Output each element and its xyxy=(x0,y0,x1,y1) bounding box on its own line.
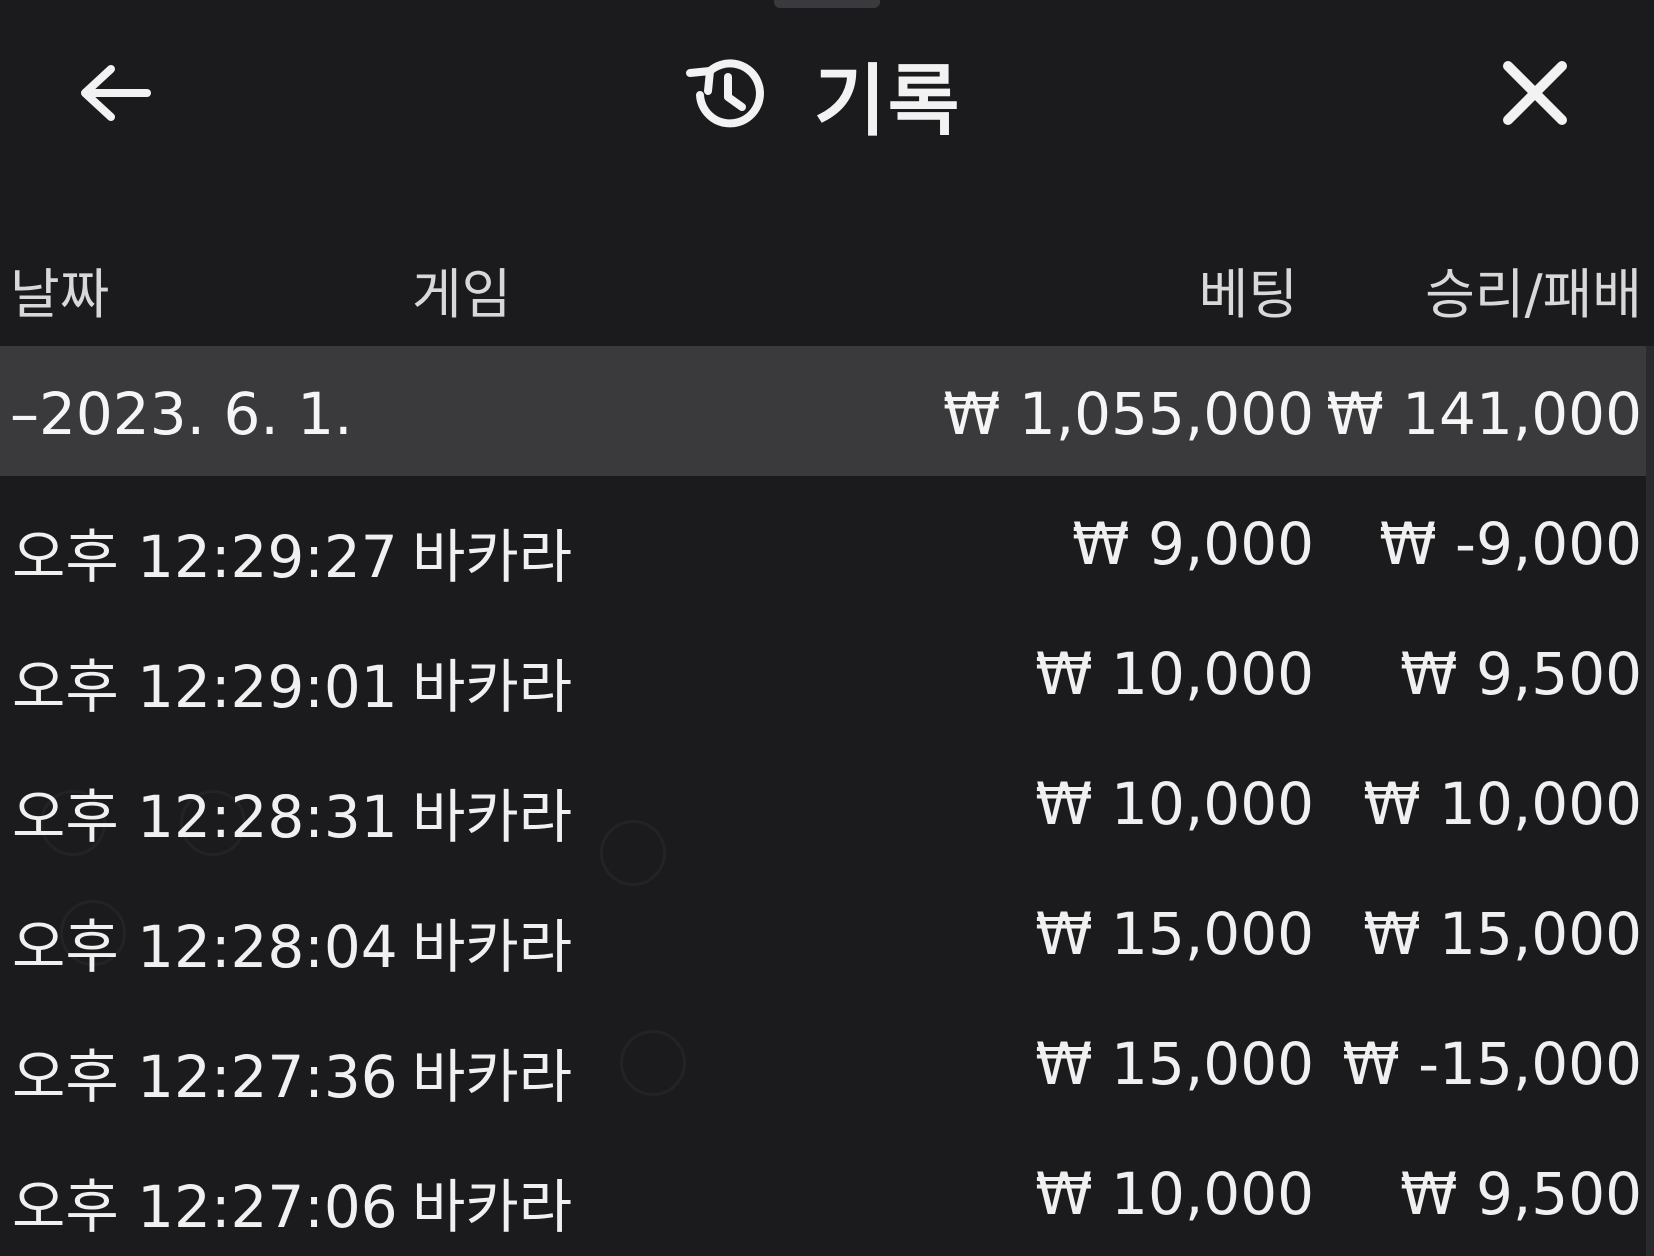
row-time: 오후 12:29:01 xyxy=(12,653,398,721)
history-table: –2023. 6. 1. ₩ 1,055,000 ₩ 141,000 오후 12… xyxy=(0,346,1654,1256)
column-header-game: 게임 xyxy=(412,263,512,326)
day-group-result-total: ₩ 141,000 xyxy=(1326,380,1642,448)
close-button[interactable] xyxy=(1490,50,1580,140)
history-clock-icon xyxy=(680,49,772,141)
day-group-bet-total: ₩ 1,055,000 xyxy=(943,380,1314,448)
day-group-row[interactable]: –2023. 6. 1. ₩ 1,055,000 ₩ 141,000 xyxy=(0,346,1654,476)
row-result: ₩ 15,000 xyxy=(1363,900,1642,968)
row-time: 오후 12:28:31 xyxy=(12,783,398,851)
table-row[interactable]: 오후 12:27:36 바카라 ₩ 15,000 ₩ -15,000 xyxy=(0,996,1654,1126)
row-time: 오후 12:27:36 xyxy=(12,1043,398,1111)
column-header-bet: 베팅 xyxy=(1198,263,1298,326)
row-game: 바카라 xyxy=(412,523,573,591)
table-row[interactable]: 오후 12:29:01 바카라 ₩ 10,000 ₩ 9,500 xyxy=(0,606,1654,736)
row-bet: ₩ 15,000 xyxy=(1035,1030,1314,1098)
row-bet: ₩ 10,000 xyxy=(1035,1160,1314,1228)
row-result: ₩ 10,000 xyxy=(1363,770,1642,838)
row-result: ₩ 9,500 xyxy=(1400,1160,1642,1228)
row-bet: ₩ 9,000 xyxy=(1072,510,1314,578)
row-game: 바카라 xyxy=(412,783,573,851)
page-title: 기록 xyxy=(814,57,962,147)
column-header-result: 승리/패배 xyxy=(1425,263,1642,326)
row-game: 바카라 xyxy=(412,653,573,721)
table-row[interactable]: 오후 12:29:27 바카라 ₩ 9,000 ₩ -9,000 xyxy=(0,476,1654,606)
row-game: 바카라 xyxy=(412,1173,573,1241)
row-bet: ₩ 10,000 xyxy=(1035,770,1314,838)
row-time: 오후 12:28:04 xyxy=(12,913,398,981)
row-game: 바카라 xyxy=(412,913,573,981)
header-bar: 기록 xyxy=(0,0,1654,190)
arrow-left-icon xyxy=(77,63,153,127)
day-group-date: –2023. 6. 1. xyxy=(10,380,353,448)
back-button[interactable] xyxy=(70,55,160,135)
row-time: 오후 12:27:06 xyxy=(12,1173,398,1241)
row-time: 오후 12:29:27 xyxy=(12,523,398,591)
column-header-date: 날짜 xyxy=(10,263,110,326)
row-bet: ₩ 15,000 xyxy=(1035,900,1314,968)
table-header: 날짜 게임 베팅 승리/패배 xyxy=(0,230,1654,330)
table-row[interactable]: 오후 12:27:06 바카라 ₩ 10,000 ₩ 9,500 xyxy=(0,1126,1654,1256)
row-result: ₩ -9,000 xyxy=(1379,510,1642,578)
close-icon xyxy=(1500,58,1570,132)
scrollbar[interactable] xyxy=(1646,346,1654,1256)
row-result: ₩ 9,500 xyxy=(1400,640,1642,708)
table-row[interactable]: 오후 12:28:31 바카라 ₩ 10,000 ₩ 10,000 xyxy=(0,736,1654,866)
row-result: ₩ -15,000 xyxy=(1342,1030,1642,1098)
row-bet: ₩ 10,000 xyxy=(1035,640,1314,708)
title-group: 기록 xyxy=(680,40,962,150)
table-row[interactable]: 오후 12:28:04 바카라 ₩ 15,000 ₩ 15,000 xyxy=(0,866,1654,996)
row-game: 바카라 xyxy=(412,1043,573,1111)
history-panel: 기록 날짜 게임 베팅 승리/패배 –2023. 6. 1. ₩ 1,055,0… xyxy=(0,0,1654,1256)
